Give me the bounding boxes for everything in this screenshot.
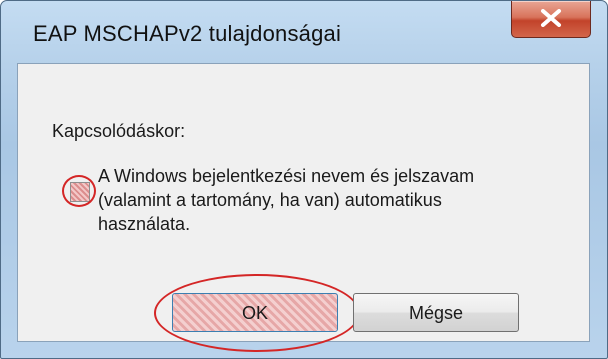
dialog-window: EAP MSCHAPv2 tulajdonságai Kapcsolódásko… [0,0,608,359]
checkbox-label-line: (valamint a tartomány, ha van) automatik… [98,190,442,210]
on-connect-label: Kapcsolódáskor: [52,121,186,141]
auto-credentials-label[interactable]: A Windows bejelentkezési nevem és jelsza… [98,164,578,236]
checkbox-label-line: A Windows bejelentkezési nevem és jelsza… [98,166,475,186]
window-title: EAP MSCHAPv2 tulajdonságai [33,21,342,46]
close-icon [541,9,561,27]
checkbox-highlight-ring [62,175,96,207]
title-bar: EAP MSCHAPv2 tulajdonságai [1,1,607,63]
cancel-button[interactable]: Mégse [353,293,519,332]
close-button[interactable] [511,1,591,38]
dialog-body: Kapcsolódáskor: A Windows bejelentkezési… [17,63,590,352]
checkbox-label-line: használata. [98,214,191,234]
ok-highlight-ring [154,274,360,352]
